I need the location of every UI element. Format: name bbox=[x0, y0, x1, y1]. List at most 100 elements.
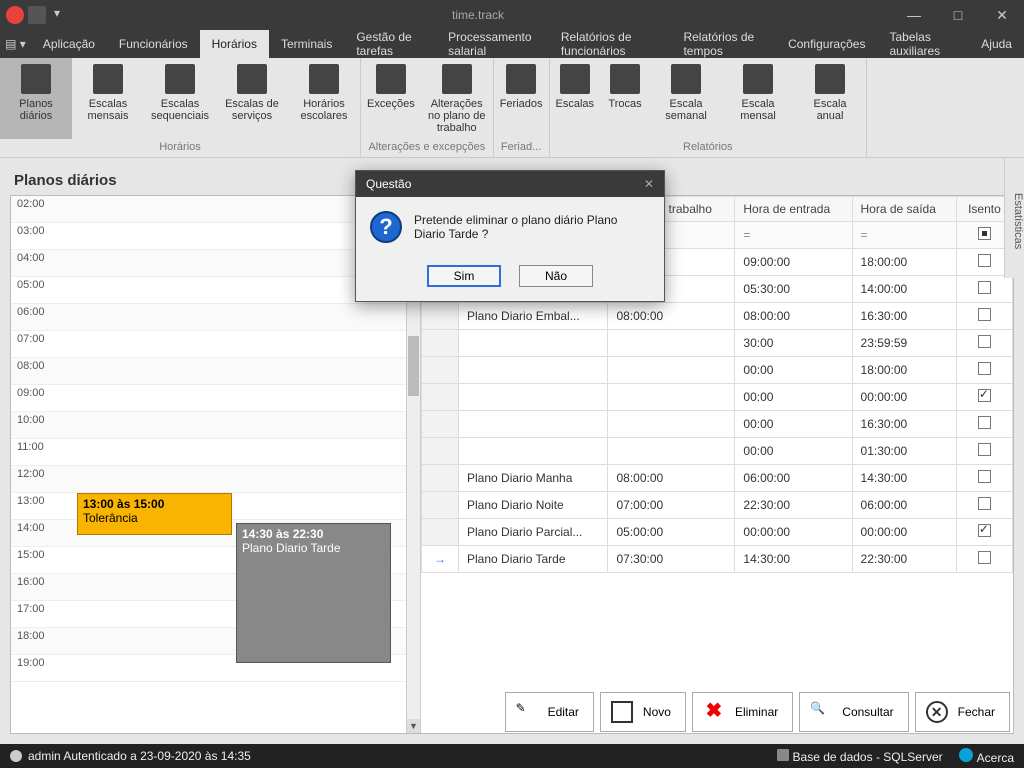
status-user: admin Autenticado a 23-09-2020 às 14:35 bbox=[28, 749, 251, 763]
ribbon-exce-es[interactable]: Exceções bbox=[361, 58, 421, 139]
consult-button[interactable]: 🔍Consultar bbox=[799, 692, 908, 732]
window-title: time.track bbox=[64, 8, 892, 22]
menu-ajuda[interactable]: Ajuda bbox=[969, 30, 1024, 58]
status-db: Base de dados - SQLServer bbox=[777, 749, 943, 764]
ribbon-hor-rios-escolares[interactable]: Horários escolares bbox=[288, 58, 360, 139]
info-icon bbox=[959, 748, 973, 762]
table-row[interactable]: →Plano Diario Tarde07:30:0014:30:0022:30… bbox=[422, 546, 1013, 573]
maximize-button[interactable]: □ bbox=[936, 0, 980, 30]
isento-checkbox bbox=[978, 524, 991, 537]
table-row[interactable]: 00:0000:00:00 bbox=[422, 384, 1013, 411]
ribbon-altera-es-no-plano-de-trabalho[interactable]: Alterações no plano de trabalho bbox=[421, 58, 493, 139]
time-row[interactable]: 11:00 bbox=[11, 439, 406, 466]
block-time-range: 14:30 às 22:30 bbox=[242, 527, 385, 541]
quickaccess-dropdown[interactable]: ▾ bbox=[50, 6, 64, 24]
ribbon: Planos diáriosEscalas mensaisEscalas seq… bbox=[0, 58, 1024, 158]
dialog-yes-button[interactable]: Sim bbox=[427, 265, 501, 287]
time-row[interactable]: 04:00 bbox=[11, 250, 406, 277]
isento-checkbox bbox=[978, 281, 991, 294]
time-row[interactable]: 09:00 bbox=[11, 385, 406, 412]
table-row[interactable]: 00:0001:30:00 bbox=[422, 438, 1013, 465]
ribbon-icon bbox=[815, 64, 845, 94]
col-header[interactable]: Hora de entrada bbox=[735, 197, 852, 222]
ribbon-planos-di-rios[interactable]: Planos diários bbox=[0, 58, 72, 139]
delete-button[interactable]: ✖Eliminar bbox=[692, 692, 793, 732]
ribbon-feriados[interactable]: Feriados bbox=[494, 58, 549, 139]
dialog-titlebar[interactable]: Questão ✕ bbox=[356, 171, 664, 197]
ribbon-icon bbox=[93, 64, 123, 94]
ribbon-escalas-mensais[interactable]: Escalas mensais bbox=[72, 58, 144, 139]
menu-relat-rios-de-tempos[interactable]: Relatórios de tempos bbox=[671, 30, 776, 58]
time-row[interactable]: 03:00 bbox=[11, 223, 406, 250]
filter-cell[interactable]: = bbox=[735, 222, 852, 249]
about-link[interactable]: Acerca bbox=[959, 748, 1014, 765]
time-row[interactable]: 10:00 bbox=[11, 412, 406, 439]
ribbon-escalas-de-servi-os[interactable]: Escalas de serviços bbox=[216, 58, 288, 139]
time-row[interactable]: 05:00 bbox=[11, 277, 406, 304]
ribbon-icon bbox=[610, 64, 640, 94]
menu-gest-o-de-tarefas[interactable]: Gestão de tarefas bbox=[344, 30, 436, 58]
ribbon-icon bbox=[671, 64, 701, 94]
time-row[interactable]: 07:00 bbox=[11, 331, 406, 358]
menu-relat-rios-de-funcion-rios[interactable]: Relatórios de funcionários bbox=[549, 30, 672, 58]
ribbon-escala-mensal[interactable]: Escala mensal bbox=[722, 58, 794, 139]
close-window-button[interactable]: ✕ bbox=[980, 0, 1024, 30]
confirm-dialog: Questão ✕ ? Pretende eliminar o plano di… bbox=[355, 170, 665, 302]
table-row[interactable]: Plano Diario Manha08:00:0006:00:0014:30:… bbox=[422, 465, 1013, 492]
edit-button[interactable]: ✎Editar bbox=[505, 692, 594, 732]
table-row[interactable]: Plano Diario Parcial...05:00:0000:00:000… bbox=[422, 519, 1013, 546]
filter-cell[interactable]: = bbox=[852, 222, 956, 249]
isento-checkbox bbox=[978, 443, 991, 456]
scroll-down[interactable]: ▼ bbox=[407, 719, 420, 733]
menu-hor-rios[interactable]: Horários bbox=[200, 30, 269, 58]
isento-checkbox bbox=[978, 389, 991, 402]
ribbon-icon bbox=[165, 64, 195, 94]
ribbon-icon bbox=[442, 64, 472, 94]
dialog-no-button[interactable]: Não bbox=[519, 265, 593, 287]
time-row[interactable]: 12:00 bbox=[11, 466, 406, 493]
table-row[interactable]: 00:0018:00:00 bbox=[422, 357, 1013, 384]
ribbon-icon bbox=[506, 64, 536, 94]
table-row[interactable]: 00:0016:30:00 bbox=[422, 411, 1013, 438]
question-icon: ? bbox=[370, 211, 402, 243]
user-icon bbox=[10, 750, 22, 762]
ribbon-icon bbox=[21, 64, 51, 94]
timeline-block-tolerancia[interactable]: 13:00 às 15:00 Tolerância bbox=[77, 493, 232, 535]
minimize-button[interactable]: — bbox=[892, 0, 936, 30]
time-row[interactable]: 08:00 bbox=[11, 358, 406, 385]
scroll-thumb[interactable] bbox=[408, 336, 419, 396]
new-icon bbox=[611, 701, 633, 723]
timeline-block-plano-tarde[interactable]: 14:30 às 22:30 Plano Diario Tarde bbox=[236, 523, 391, 663]
statistics-tab[interactable]: Estatísticas bbox=[1004, 158, 1024, 278]
ribbon-escalas-sequenciais[interactable]: Escalas sequenciais bbox=[144, 58, 216, 139]
ribbon-icon bbox=[560, 64, 590, 94]
table-row[interactable]: Plano Diario Noite07:00:0022:30:0006:00:… bbox=[422, 492, 1013, 519]
ribbon-escala-semanal[interactable]: Escala semanal bbox=[650, 58, 722, 139]
ribbon-escalas[interactable]: Escalas bbox=[550, 58, 601, 139]
menu-tabelas-auxiliares[interactable]: Tabelas auxiliares bbox=[877, 30, 969, 58]
col-header[interactable]: Hora de saída bbox=[852, 197, 956, 222]
isento-checkbox bbox=[978, 416, 991, 429]
menu-aplica-o[interactable]: Aplicação bbox=[31, 30, 107, 58]
dialog-close-icon[interactable]: ✕ bbox=[644, 177, 654, 191]
file-menu-icon[interactable]: ▤ ▾ bbox=[0, 30, 31, 58]
isento-checkbox bbox=[978, 470, 991, 483]
menu-funcion-rios[interactable]: Funcionários bbox=[107, 30, 200, 58]
table-row[interactable]: 30:0023:59:59 bbox=[422, 330, 1013, 357]
menu-terminais[interactable]: Terminais bbox=[269, 30, 344, 58]
quickaccess-icon[interactable] bbox=[28, 6, 46, 24]
new-button[interactable]: Novo bbox=[600, 692, 686, 732]
ribbon-trocas[interactable]: Trocas bbox=[600, 58, 650, 139]
isento-checkbox bbox=[978, 308, 991, 321]
time-row[interactable]: 06:00 bbox=[11, 304, 406, 331]
dialog-title-text: Questão bbox=[366, 177, 411, 191]
menu-configura-es[interactable]: Configurações bbox=[776, 30, 877, 58]
table-row[interactable]: Plano Diario Embal...08:00:0008:00:0016:… bbox=[422, 303, 1013, 330]
close-button[interactable]: ✕Fechar bbox=[915, 692, 1010, 732]
titlebar: ▾ time.track — □ ✕ bbox=[0, 0, 1024, 30]
search-table-icon: 🔍 bbox=[810, 701, 832, 723]
ribbon-escala-anual[interactable]: Escala anual bbox=[794, 58, 866, 139]
time-row[interactable]: 02:00 bbox=[11, 196, 406, 223]
menu-processamento-salarial[interactable]: Processamento salarial bbox=[436, 30, 549, 58]
block-label: Plano Diario Tarde bbox=[242, 541, 385, 555]
